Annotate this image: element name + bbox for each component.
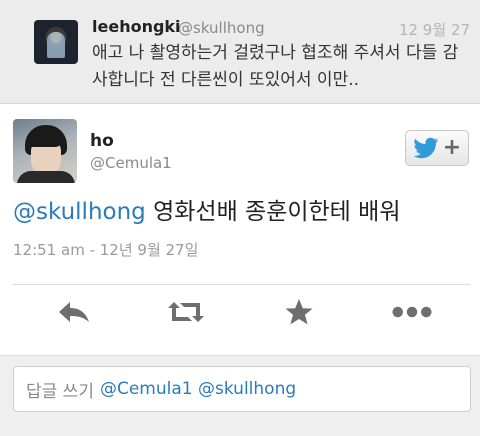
- user-avatar[interactable]: [13, 119, 77, 183]
- parent-avatar[interactable]: [34, 20, 78, 64]
- follow-plus-icon: +: [442, 135, 462, 160]
- parent-tweet-name[interactable]: leehongki: [92, 17, 181, 36]
- tweet-timestamp[interactable]: 12:51 am - 12년 9월 27일: [13, 239, 198, 260]
- reply-prefill-mentions: @Cemula1 @skullhong: [99, 379, 297, 399]
- reply-area: 답글 쓰기 @Cemula1 @skullhong: [0, 355, 480, 436]
- parent-tweet[interactable]: leehongki @skullhong 12 9월 27 애고 나 촬영하는거…: [0, 0, 480, 104]
- more-icon[interactable]: [392, 296, 432, 328]
- reply-input[interactable]: 답글 쓰기 @Cemula1 @skullhong: [13, 366, 471, 412]
- reply-placeholder: 답글 쓰기: [26, 381, 94, 402]
- parent-tweet-time: 12 9월 27: [398, 21, 470, 39]
- follow-button[interactable]: +: [405, 130, 469, 166]
- reply-icon[interactable]: [54, 296, 94, 328]
- action-bar: [0, 285, 480, 339]
- tweet-text: @skullhong 영화선배 종훈이한테 배워: [13, 192, 400, 226]
- parent-tweet-text: 애고 나 촬영하는거 걸렸구나 협조해 주셔서 다들 감사합니다 전 다른씬이 …: [92, 43, 459, 90]
- user-name[interactable]: ho: [90, 131, 114, 151]
- favorite-icon[interactable]: [279, 296, 319, 328]
- user-handle: @Cemula1: [90, 154, 172, 172]
- tweet-body: 영화선배 종훈이한테 배워: [145, 199, 401, 225]
- tweet-mention-link[interactable]: @skullhong: [13, 199, 146, 225]
- twitter-bird-icon: [413, 137, 439, 159]
- parent-tweet-handle: @skullhong: [178, 19, 265, 37]
- retweet-icon[interactable]: [166, 296, 206, 328]
